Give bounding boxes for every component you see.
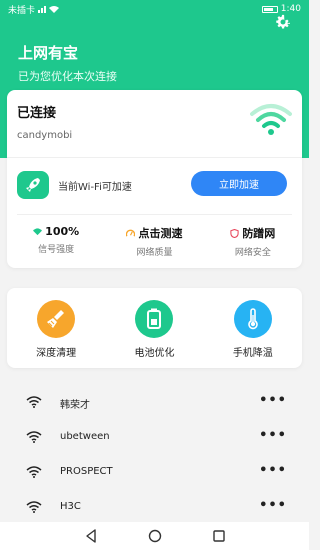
wifi-list-item[interactable]: 韩荣才 •••	[0, 385, 309, 420]
carrier-label: 未插卡	[8, 5, 36, 16]
back-icon[interactable]	[84, 529, 98, 543]
wifi-status-icon	[49, 6, 60, 13]
stat-speed[interactable]: 点击测速 网络质量	[105, 225, 203, 259]
more-icon[interactable]: •••	[259, 463, 287, 478]
stat-speed-value: 点击测速	[138, 227, 183, 240]
wifi-icon	[26, 501, 42, 513]
wifi-icon	[26, 466, 42, 478]
stats-row: 100% 信号强度 点击测速 网络质量 防蹭网 网络安全	[7, 225, 302, 259]
more-icon[interactable]: •••	[259, 393, 287, 408]
app-subtitle: 已为您优化本次连接	[18, 70, 117, 83]
stat-speed-value-row: 点击测速	[105, 225, 203, 241]
tools-card: 深度清理 电池优化 手机降温	[7, 288, 302, 368]
stat-speed-label: 网络质量	[136, 248, 173, 258]
stat-security-value-row: 防蹭网	[204, 225, 302, 241]
system-nav-bar	[0, 522, 309, 550]
connected-ssid: candymobi	[17, 130, 73, 141]
tool-battery[interactable]: 电池优化	[105, 288, 203, 368]
tool-deep-clean[interactable]: 深度清理	[7, 288, 105, 368]
app-title: 上网有宝	[18, 44, 79, 62]
more-icon[interactable]: •••	[259, 498, 287, 513]
wifi-list: 韩荣才 ••• ubetween ••• PROSPECT ••• H3C ••…	[0, 385, 309, 525]
tool-cooling[interactable]: 手机降温	[204, 288, 302, 368]
stat-signal: 100% 信号强度	[7, 225, 105, 259]
thermometer-icon	[233, 300, 272, 338]
wifi-ssid: ubetween	[60, 431, 110, 442]
accelerate-row: 当前Wi-Fi可加速 立即加速	[17, 171, 292, 199]
stat-signal-label: 信号强度	[38, 245, 75, 255]
stat-security-value: 防蹭网	[242, 227, 276, 240]
tool-cooling-label: 手机降温	[232, 348, 273, 359]
rocket-icon	[17, 171, 49, 199]
wifi-ssid: PROSPECT	[60, 466, 113, 477]
wifi-icon	[33, 228, 43, 236]
stat-signal-value-row: 100%	[7, 225, 105, 238]
shield-icon	[230, 228, 239, 238]
wifi-icon	[26, 431, 42, 443]
card-divider	[7, 157, 302, 158]
tool-deep-clean-label: 深度清理	[36, 348, 77, 359]
accelerate-hint: 当前Wi-Fi可加速	[58, 182, 132, 193]
wifi-list-item[interactable]: H3C •••	[0, 490, 309, 525]
stat-security[interactable]: 防蹭网 网络安全	[204, 225, 302, 259]
wifi-icon	[26, 396, 42, 408]
tool-battery-label: 电池优化	[134, 348, 175, 359]
card-divider-2	[17, 214, 292, 215]
status-left: 未插卡	[8, 3, 60, 16]
wifi-ssid: 韩荣才	[60, 400, 90, 411]
speed-icon	[126, 229, 136, 237]
signal-icon	[38, 5, 47, 13]
broom-icon	[37, 300, 76, 338]
accelerate-button[interactable]: 立即加速	[191, 171, 287, 196]
gear-icon[interactable]	[273, 12, 293, 32]
more-icon[interactable]: •••	[259, 428, 287, 443]
wifi-ssid: H3C	[60, 501, 81, 512]
wifi-connected-icon	[250, 104, 292, 135]
home-icon[interactable]	[148, 529, 162, 543]
connection-status: 已连接	[17, 106, 57, 121]
recents-icon[interactable]	[212, 529, 226, 543]
stat-security-label: 网络安全	[234, 248, 271, 258]
wifi-list-item[interactable]: ubetween •••	[0, 420, 309, 455]
stat-signal-value: 100%	[45, 225, 80, 238]
battery-icon	[135, 300, 174, 338]
wifi-list-item[interactable]: PROSPECT •••	[0, 455, 309, 490]
connection-card: 已连接 candymobi 当前Wi-Fi可加速 立即加速 100% 信号强度 …	[7, 90, 302, 268]
status-bar: 未插卡 1:40	[0, 0, 309, 18]
